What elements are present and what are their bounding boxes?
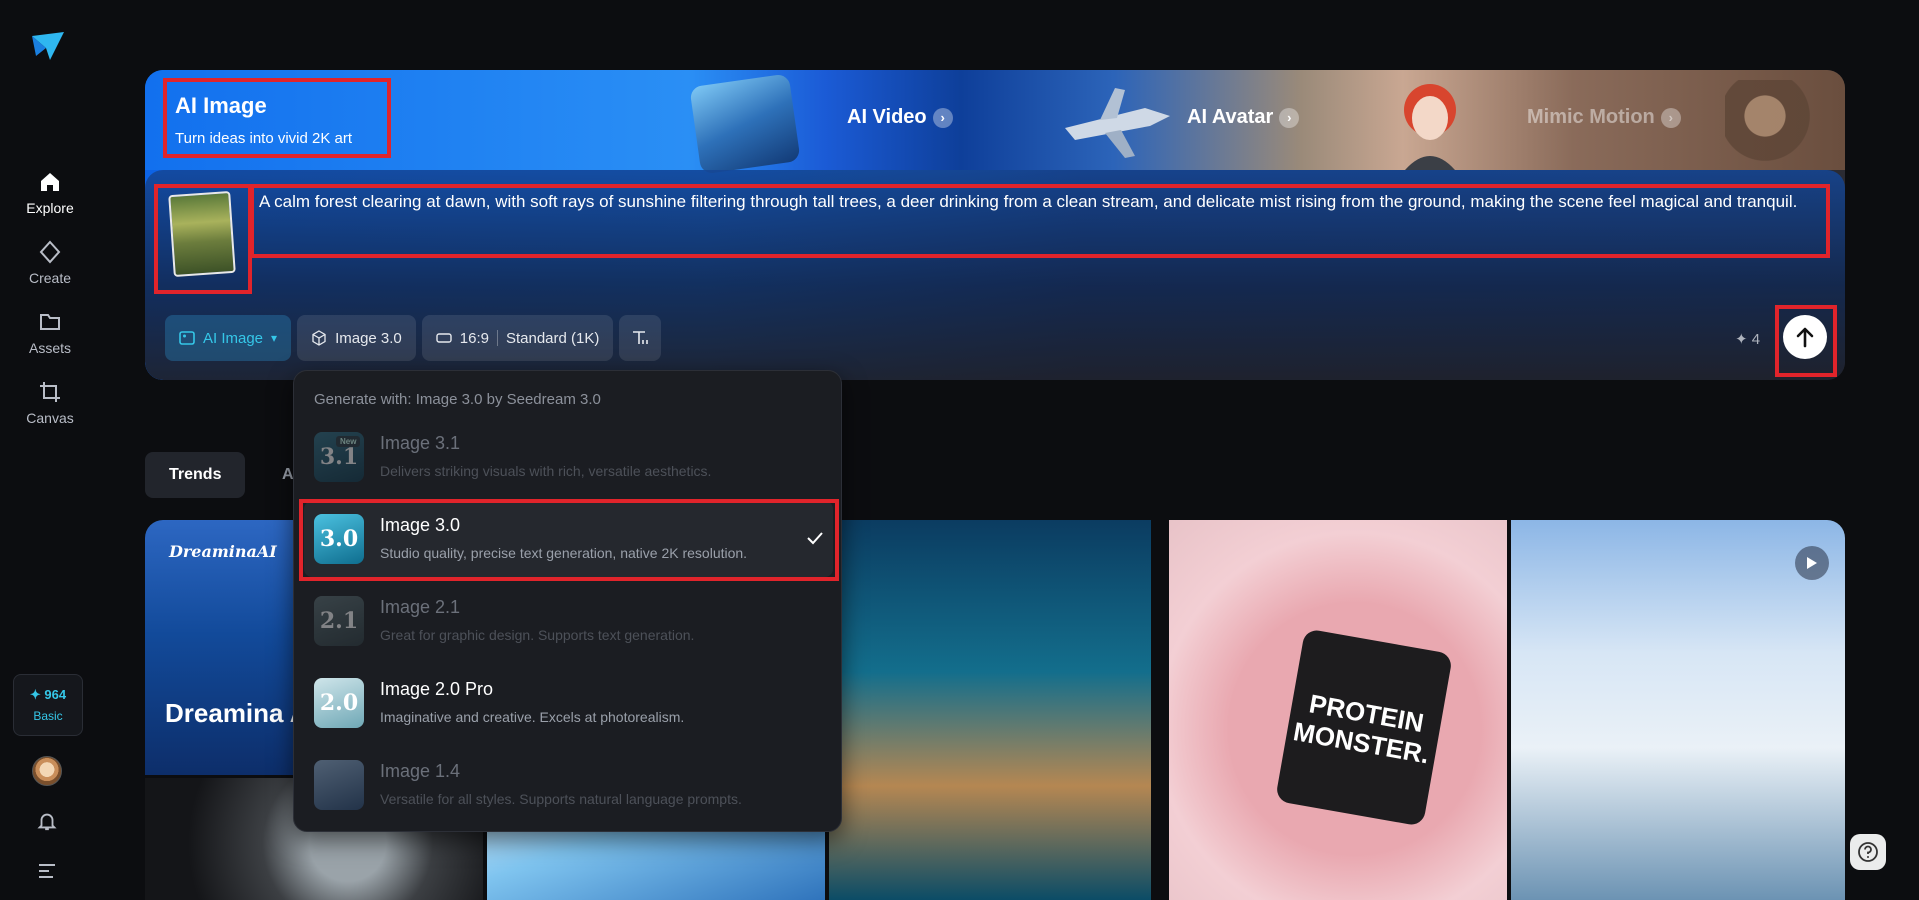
- nav-item-canvas[interactable]: Canvas: [0, 380, 100, 426]
- generator-card: AI Image Turn ideas into vivid 2K art AI…: [145, 70, 1845, 380]
- generation-cost: ✦ 4: [1735, 331, 1761, 348]
- model-option-3-1[interactable]: 3.1 New Image 3.1 Delivers striking visu…: [304, 419, 833, 495]
- divider: [496, 330, 498, 346]
- model-name: Image 3.1: [380, 433, 461, 453]
- tab-trends[interactable]: Trends: [145, 452, 246, 498]
- sidebar: Explore Create Assets Canvas ✦ 964 Basic: [0, 0, 100, 900]
- avatar[interactable]: [32, 756, 62, 786]
- tab-mimic-motion[interactable]: Mimic Motion ›: [1527, 106, 1681, 129]
- brand-logo-text: DreaminaAI: [169, 542, 277, 561]
- cube-icon: [312, 330, 326, 346]
- dreamina-logo-icon[interactable]: [30, 28, 66, 64]
- model-option-1-4[interactable]: Image 1.4 Versatile for all styles. Supp…: [304, 747, 833, 823]
- quality-label: Standard (1K): [505, 329, 600, 347]
- model-dropdown: Generate with: Image 3.0 by Seedream 3.0…: [293, 370, 842, 832]
- plan-tier: Basic: [33, 709, 63, 723]
- mode-select-button[interactable]: AI Image ▾: [165, 315, 292, 361]
- model-desc: Imaginative and creative. Excels at phot…: [380, 709, 685, 725]
- text-format-icon: [633, 331, 649, 344]
- model-select-button[interactable]: Image 3.0: [297, 315, 416, 361]
- aspect-ratio-icon: [436, 333, 452, 343]
- chevron-down-icon: ▾: [271, 331, 278, 345]
- ratio-quality-button[interactable]: 16:9 Standard (1K): [421, 315, 614, 361]
- folder-icon: [40, 314, 60, 330]
- ai-video-thumbnail: [689, 73, 801, 175]
- mode-label: AI Image: [203, 329, 264, 347]
- model-option-2-0-pro[interactable]: 2.0 Image 2.0 Pro Imaginative and creati…: [304, 665, 833, 741]
- card-headline: Dreamina A: [165, 698, 309, 728]
- tab-label: A: [282, 466, 294, 483]
- nav-item-label: Canvas: [26, 410, 74, 426]
- model-thumb-icon: 2.1: [314, 596, 364, 646]
- chevron-right-icon: ›: [1660, 107, 1681, 128]
- model-name: Image 1.4: [380, 761, 461, 781]
- model-name: Image 2.1: [380, 597, 461, 617]
- prompt-toolbar: AI Image ▾ Image 3.0 16:9 Standard (1K): [165, 315, 662, 361]
- ai-avatar-thumbnail: [1065, 88, 1170, 158]
- crop-icon: [40, 382, 60, 402]
- ratio-label: 16:9: [459, 329, 489, 347]
- bell-icon[interactable]: [36, 810, 58, 832]
- play-icon[interactable]: [1795, 546, 1829, 580]
- model-thumb-icon: 2.0: [314, 678, 364, 728]
- new-badge: New: [336, 436, 361, 447]
- model-thumb-icon: [314, 760, 364, 810]
- nav-item-create[interactable]: Create: [0, 240, 100, 286]
- chevron-right-icon: ›: [1279, 107, 1300, 128]
- highlight-box: [163, 78, 391, 158]
- highlight-box: [250, 184, 1830, 258]
- model-desc: Delivers striking visuals with rich, ver…: [380, 463, 712, 479]
- model-name: Image 2.0 Pro: [380, 679, 494, 699]
- model-thumb-icon: 3.1 New: [314, 432, 364, 482]
- image-mode-icon: [179, 331, 195, 345]
- model-desc: Great for graphic design. Supports text …: [380, 627, 695, 643]
- banner-tabs-strip: AI Image Turn ideas into vivid 2K art AI…: [145, 70, 1845, 175]
- diamond-icon: [39, 240, 61, 264]
- credits-badge[interactable]: ✦ 964 Basic: [13, 674, 83, 736]
- help-button[interactable]: [1850, 834, 1886, 870]
- highlight-box: [299, 499, 839, 581]
- menu-icon[interactable]: [37, 862, 57, 880]
- mimic-motion-thumbnail: [1404, 84, 1456, 170]
- prompt-area: A calm forest clearing at dawn, with sof…: [145, 170, 1845, 380]
- dropdown-header: Generate with: Image 3.0 by Seedream 3.0: [314, 391, 601, 408]
- text-style-button[interactable]: [619, 315, 662, 361]
- motion-thumbnail: [1725, 80, 1825, 170]
- gallery-card-underwater-ruins[interactable]: [829, 520, 1151, 900]
- tab-label: AI Video: [847, 106, 927, 128]
- gallery-card-paraglider[interactable]: [1511, 520, 1845, 900]
- tab-label: Trends: [169, 466, 222, 483]
- nav-item-label: Assets: [28, 340, 71, 356]
- highlight-box: [154, 184, 252, 294]
- nav-item-label: Explore: [26, 200, 74, 216]
- model-desc: Versatile for all styles. Supports natur…: [380, 791, 742, 807]
- tab-label: AI Avatar: [1187, 106, 1274, 128]
- home-icon: [41, 173, 59, 191]
- chevron-right-icon: ›: [932, 107, 953, 128]
- model-label: Image 3.0: [335, 329, 402, 347]
- tab-ai-video[interactable]: AI Video ›: [847, 106, 953, 129]
- nav-item-explore[interactable]: Explore: [0, 170, 100, 216]
- nav-item-label: Create: [28, 270, 72, 286]
- nav-item-assets[interactable]: Assets: [0, 310, 100, 356]
- tab-label: Mimic Motion: [1527, 106, 1655, 128]
- question-icon: [1858, 842, 1878, 862]
- credits-value: ✦ 964: [29, 687, 67, 702]
- gallery-card-protein[interactable]: PROTEIN MONSTER.: [1169, 520, 1507, 900]
- highlight-box: [1775, 305, 1837, 377]
- model-option-2-1[interactable]: 2.1 Image 2.1 Great for graphic design. …: [304, 583, 833, 659]
- product-jar: PROTEIN MONSTER.: [1274, 628, 1454, 827]
- tab-ai-avatar[interactable]: AI Avatar ›: [1187, 106, 1300, 129]
